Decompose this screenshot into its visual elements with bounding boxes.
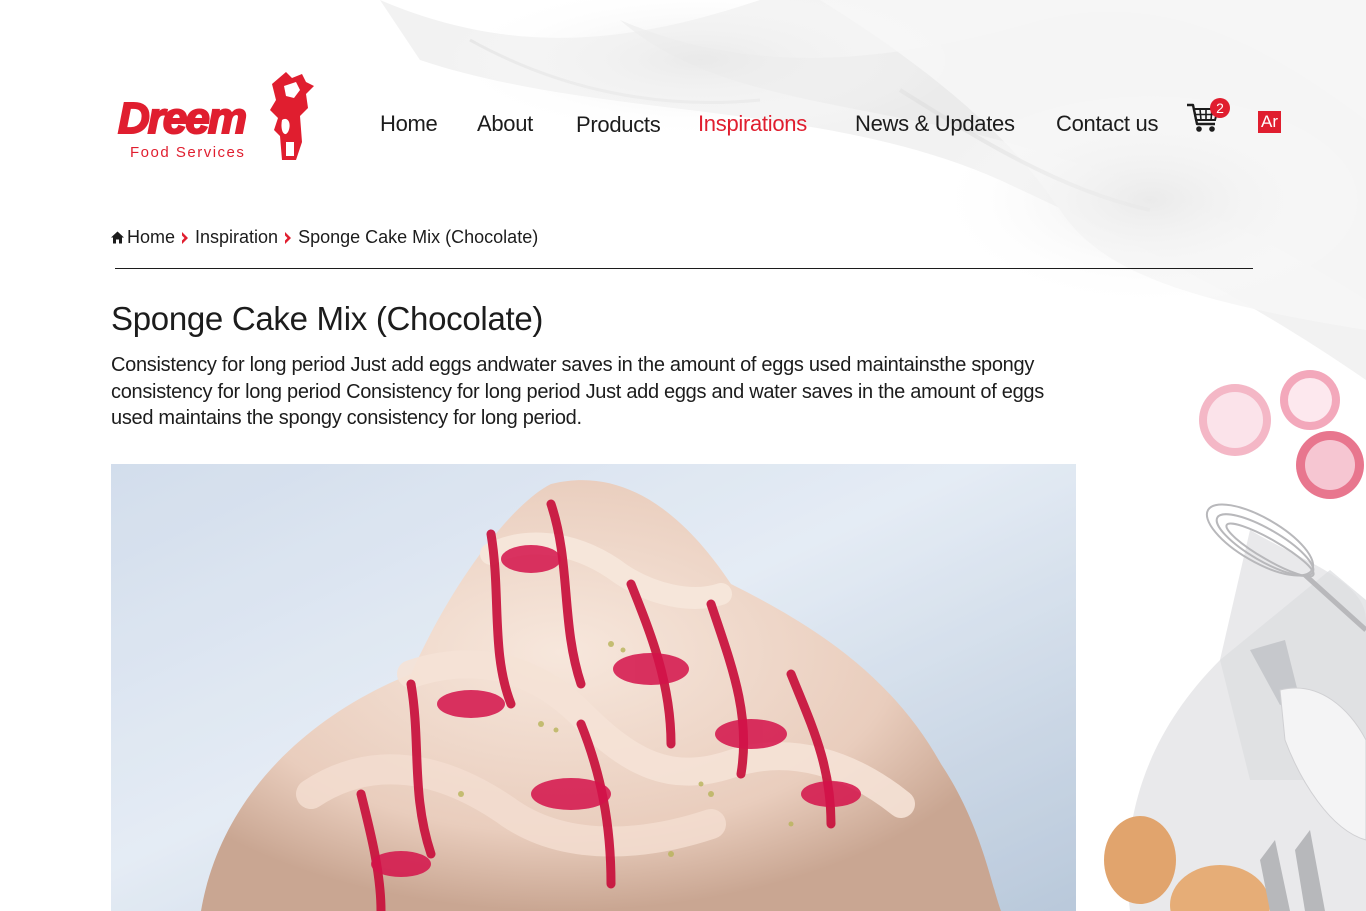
caret-right-icon [182, 231, 189, 244]
dessert-image [111, 464, 1076, 911]
nav-contact-us[interactable]: Contact us [1056, 111, 1158, 137]
nav-inspirations[interactable]: Inspirations [698, 111, 807, 137]
nav-home[interactable]: Home [380, 111, 438, 137]
brand-tagline: Food Services [130, 144, 246, 161]
breadcrumb-current: Sponge Cake Mix (Chocolate) [298, 227, 539, 247]
page-title: Sponge Cake Mix (Chocolate) [111, 300, 544, 337]
breadcrumb-divider [115, 268, 1253, 269]
baking-props-image [1104, 370, 1366, 911]
breadcrumb: Home Inspiration Sponge Cake Mix (Chocol… [111, 227, 538, 248]
nav-products[interactable]: Products [576, 112, 661, 138]
language-toggle[interactable]: Ar [1258, 111, 1281, 133]
nav-news-updates[interactable]: News & Updates [855, 111, 1015, 137]
cart-button[interactable]: 2 [1186, 98, 1232, 138]
breadcrumb-inspiration[interactable]: Inspiration [195, 227, 278, 248]
breadcrumb-home[interactable]: Home [127, 227, 175, 248]
brand-name: Dreem [117, 93, 248, 144]
brand-logo[interactable]: Dreem Food Services [116, 72, 320, 164]
article-description: Consistency for long period Just add egg… [111, 354, 1044, 429]
cart-count-badge: 2 [1210, 98, 1230, 118]
nav-about[interactable]: About [477, 111, 533, 137]
chef-logo-icon [270, 72, 314, 160]
caret-right-icon [285, 231, 292, 244]
home-icon [111, 231, 124, 244]
